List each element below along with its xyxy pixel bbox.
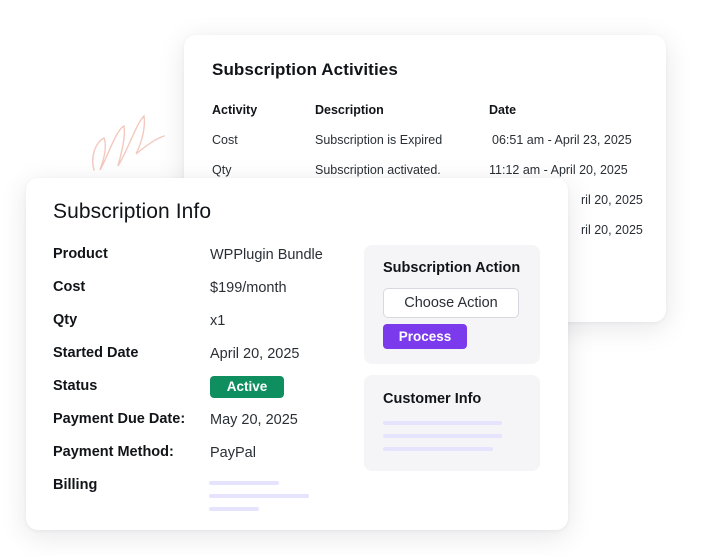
- status-badge: Active: [210, 376, 284, 398]
- customer-info-title: Customer Info: [383, 391, 482, 407]
- placeholder-line: [383, 434, 502, 438]
- description-cell: Subscription activated.: [315, 163, 441, 177]
- date-cell: 06:51 am - April 23, 2025: [492, 133, 632, 147]
- subscription-action-title: Subscription Action: [383, 260, 521, 276]
- field-label-started-date: Started Date: [53, 345, 139, 361]
- field-value-cost: $199/month: [210, 280, 287, 296]
- date-cell: ril 20, 2025: [581, 223, 643, 237]
- customer-info-panel: Customer Info: [364, 375, 540, 471]
- subscription-action-panel: Subscription Action Choose Action Proces…: [364, 245, 540, 364]
- field-value-started-date: April 20, 2025: [210, 346, 300, 362]
- field-value-payment-due-date: May 20, 2025: [210, 412, 298, 428]
- placeholder-line: [209, 494, 309, 498]
- process-button[interactable]: Process: [383, 324, 467, 349]
- choose-action-select[interactable]: Choose Action: [383, 288, 519, 318]
- column-header-activity: Activity: [212, 103, 258, 117]
- column-header-date: Date: [489, 103, 517, 117]
- field-label-status: Status: [53, 378, 98, 394]
- activities-title: Subscription Activities: [212, 60, 398, 79]
- decorative-scribble: [92, 114, 165, 171]
- date-cell: 11:12 am - April 20, 2025: [489, 163, 628, 177]
- placeholder-line: [383, 421, 502, 425]
- placeholder-line: [383, 447, 493, 451]
- field-value-payment-method: PayPal: [210, 445, 256, 461]
- subscription-info-card: Subscription Info Product WPPlugin Bundl…: [26, 178, 568, 530]
- field-label-product: Product: [53, 246, 108, 262]
- field-label-payment-method: Payment Method:: [53, 444, 174, 460]
- field-label-qty: Qty: [53, 312, 78, 328]
- info-title: Subscription Info: [53, 200, 212, 223]
- field-label-billing: Billing: [53, 477, 98, 493]
- column-header-description: Description: [315, 103, 384, 117]
- activity-cell: Cost: [212, 133, 238, 147]
- placeholder-line: [209, 481, 279, 485]
- field-value-product: WPPlugin Bundle: [210, 247, 323, 263]
- field-value-qty: x1: [210, 313, 226, 329]
- date-cell: ril 20, 2025: [581, 193, 643, 207]
- activity-cell: Qty: [212, 163, 232, 177]
- field-label-payment-due-date: Payment Due Date:: [53, 411, 186, 427]
- description-cell: Subscription is Expired: [315, 133, 443, 147]
- field-label-cost: Cost: [53, 279, 86, 295]
- placeholder-line: [209, 507, 259, 511]
